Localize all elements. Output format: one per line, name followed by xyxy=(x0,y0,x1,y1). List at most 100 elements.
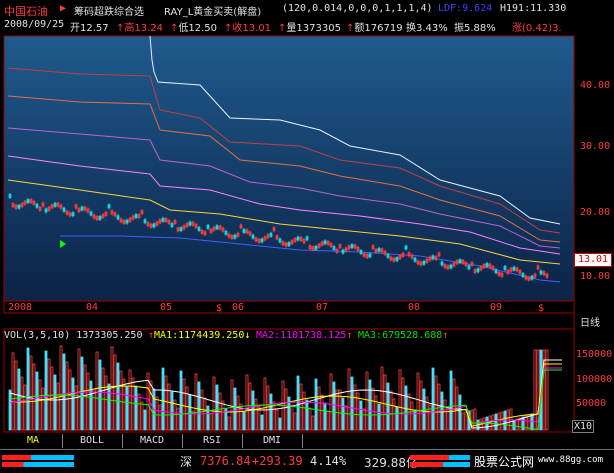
tab-rsi[interactable]: RSI xyxy=(183,435,241,447)
volume-bar xyxy=(458,394,462,431)
volume-bar xyxy=(278,417,282,431)
price-label-10: 10.00 xyxy=(580,271,611,282)
index-pct: 4.14% xyxy=(310,454,347,468)
candle-body xyxy=(422,260,426,265)
candle-body xyxy=(332,246,336,251)
candle-body xyxy=(197,227,201,231)
volume-bar xyxy=(296,375,300,431)
candle-body xyxy=(98,216,102,220)
tab-ma[interactable]: MA xyxy=(4,435,62,447)
volume-bar xyxy=(26,347,30,431)
volume-bar xyxy=(314,378,318,431)
volume-bar xyxy=(215,384,219,431)
quote-close: ↑收13.01 xyxy=(224,23,272,34)
volume-bar xyxy=(206,405,210,431)
quote-change: 涨(0.42)3. xyxy=(512,23,562,34)
price-label-20: 20.00 xyxy=(580,207,611,218)
candle-body xyxy=(278,238,282,243)
market-breadth-bar xyxy=(2,462,74,467)
volume-bar xyxy=(17,368,21,431)
chart-canvas: $ $ xyxy=(3,35,575,433)
tab-boll[interactable]: BOLL xyxy=(63,435,121,447)
quote-low: ↑低12.50 xyxy=(170,23,218,34)
candle-body xyxy=(188,221,192,226)
candle-body xyxy=(539,270,543,275)
candle-body xyxy=(530,275,534,280)
vol-ma3: MA3:679528.688↑ xyxy=(358,330,449,341)
time-label: 05 xyxy=(160,302,173,313)
candle-body xyxy=(116,215,120,220)
candle-body xyxy=(206,225,210,229)
brand-url[interactable]: www.88gg.com xyxy=(538,455,603,465)
volume-bar xyxy=(197,381,201,431)
candle-body xyxy=(71,212,75,217)
vol-scale-badge: X10 xyxy=(572,420,595,433)
candle-body xyxy=(269,232,273,237)
quote-amplitude: 振5.88% xyxy=(454,23,496,34)
arrow-right-icon[interactable]: ▶ xyxy=(60,3,66,14)
volume-bar xyxy=(368,379,372,431)
candle-body xyxy=(242,229,246,233)
candle-body xyxy=(350,244,354,248)
vol-value: VOL(3,5,10) 1373305.250 xyxy=(4,330,143,341)
volume-bar xyxy=(431,367,435,431)
candle-body xyxy=(215,225,219,230)
candle-body xyxy=(26,199,30,203)
candle-body xyxy=(341,249,345,254)
up-arrow-icon: ↑ xyxy=(346,330,353,341)
up-arrow-icon: ↑ xyxy=(442,330,449,341)
candle-body xyxy=(152,223,156,228)
volume-bar xyxy=(377,403,381,431)
volume-bar xyxy=(521,416,525,431)
candle-body xyxy=(323,240,327,245)
candle-body xyxy=(80,206,84,211)
volume-bar xyxy=(134,385,138,431)
candle-body xyxy=(458,259,462,264)
volume-bar xyxy=(179,370,183,431)
candle-body xyxy=(467,265,471,270)
price-label-40: 40.00 xyxy=(580,80,611,91)
volume-bar xyxy=(107,383,111,431)
volume-bar xyxy=(143,409,147,431)
quote-open: 开12.57 xyxy=(70,23,109,34)
candle-body xyxy=(170,223,174,227)
brand-name[interactable]: 股票公式网 xyxy=(474,453,534,470)
volume-bar xyxy=(386,382,390,431)
tab-macd[interactable]: MACD xyxy=(123,435,181,447)
vol-axis-label: 50000 xyxy=(576,398,607,409)
volume-bar xyxy=(8,389,12,431)
volume-bar xyxy=(98,359,102,431)
volume-bar xyxy=(71,377,75,431)
quote-date: 2008/09/25 xyxy=(4,19,65,30)
volume-bar xyxy=(44,350,48,431)
candle-body xyxy=(125,219,129,224)
candle-body xyxy=(17,204,21,209)
candle-body xyxy=(377,247,381,252)
volume-bar xyxy=(62,353,66,431)
volume-bar xyxy=(188,394,192,431)
candle-body xyxy=(233,234,237,239)
candle-body xyxy=(35,203,39,208)
candle-body xyxy=(179,227,183,232)
market-breadth-bar xyxy=(2,455,74,460)
time-label: 09 xyxy=(490,302,503,313)
candle-body xyxy=(512,266,516,271)
volume-bar xyxy=(530,413,534,431)
candle-body xyxy=(62,207,66,212)
market-breadth-bar xyxy=(410,462,470,467)
candle-body xyxy=(359,250,363,254)
volume-bar xyxy=(269,393,273,431)
time-label: 04 xyxy=(86,302,99,313)
candle-body xyxy=(89,211,93,216)
volume-bar xyxy=(494,413,498,431)
volume-bar xyxy=(242,411,246,431)
volume-bar xyxy=(341,397,345,431)
volume-bar xyxy=(125,386,129,431)
indicator-name[interactable]: 筹码超跌综合选 xyxy=(74,3,144,18)
quote-volume: ↑量1373305 xyxy=(278,23,341,34)
period-label[interactable]: 日线 xyxy=(580,314,600,329)
tab-dmi[interactable]: DMI xyxy=(243,435,301,447)
index-name[interactable]: 深 xyxy=(180,453,192,470)
volume-bar xyxy=(449,370,453,431)
stock-name[interactable]: 中国石油 xyxy=(4,3,48,19)
